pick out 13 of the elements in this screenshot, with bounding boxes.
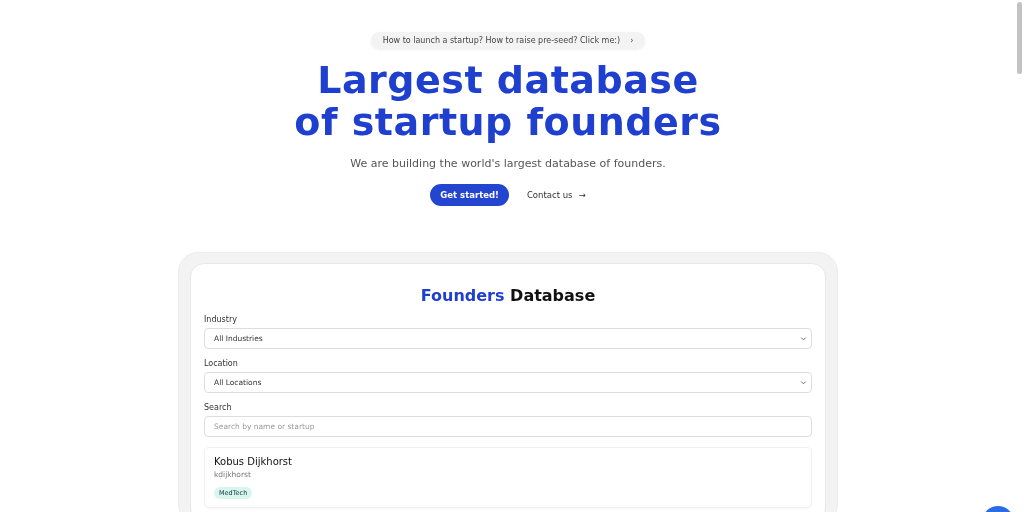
get-started-button[interactable]: Get started!: [430, 184, 509, 206]
hero-title: Largest database of startup founders: [294, 59, 722, 143]
announcement-link[interactable]: How to launch a startup? How to raise pre-seed? Click me:) ›: [370, 32, 646, 49]
caret-icon: [800, 335, 807, 342]
founder-name: Kobus Dijkhorst: [214, 456, 293, 467]
database-title: Founders Database: [419, 286, 597, 305]
field-label: Industry: [204, 315, 238, 324]
caret-icon: [800, 379, 807, 386]
field-label: Search: [204, 403, 233, 412]
field-label: Location: [204, 359, 239, 368]
contact-link[interactable]: Contact us →: [526, 190, 586, 200]
scrollbar[interactable]: [1017, 2, 1022, 74]
hero-subtitle: We are building the world's largest database of founders.: [350, 157, 666, 170]
